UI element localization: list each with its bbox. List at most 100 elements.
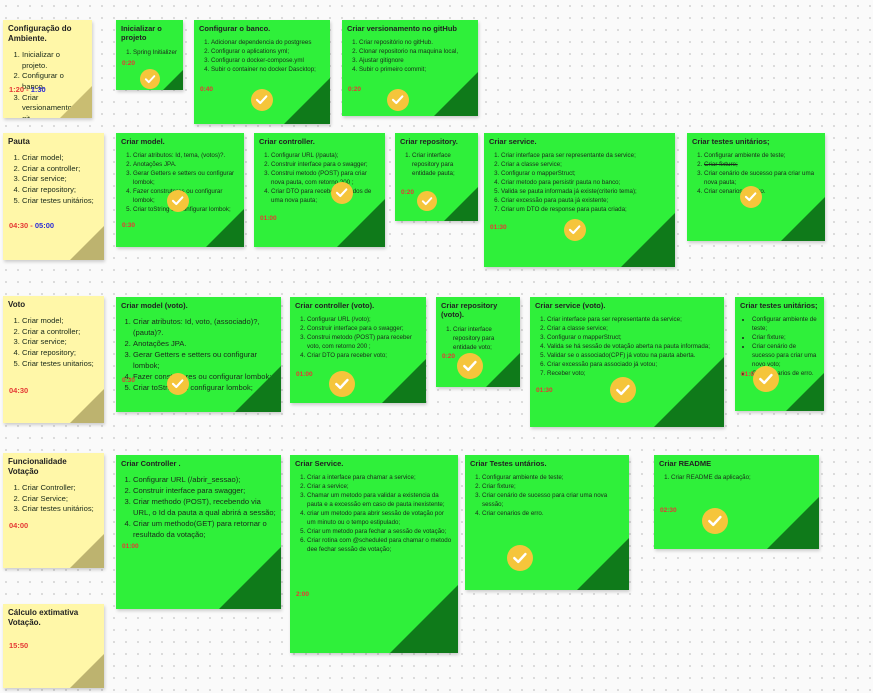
list-item: Criar rotina com @scheduled para chamar … [307,537,453,555]
list-item: Criar excessão para pauta já existente; [501,197,670,206]
note-fold-icon [767,497,819,549]
task-list: Criar interface repository para entidade… [441,326,515,353]
task-time: 0:20 [122,60,136,67]
check-icon[interactable] [457,353,483,379]
list-item: Construi metodo (POST) para criar nova p… [271,170,380,188]
section-list: Criar model; Criar a controller; Criar s… [8,153,99,206]
list-item: Criar a controller; [22,164,99,175]
note-fold-icon [486,353,520,387]
task-title: Criar controller. [259,137,315,146]
task-list: Criar interface repository para entidade… [400,152,473,179]
section-note-voto[interactable]: Voto Criar model; Criar a controller; Cr… [3,296,104,423]
list-item: Configurar o aplications yml; [211,48,325,57]
list-item: Criar cenário de sucesso para criar uma … [704,170,820,188]
note-fold-icon [70,226,104,260]
list-item: Configurar o mapperStruct; [547,334,719,343]
task-time: 01:30 [490,224,507,231]
list-item: Spring Initializer [133,49,178,58]
check-icon[interactable] [167,373,189,395]
section-list: Criar Controller; Criar Service; Criar t… [8,483,99,515]
list-item: Criar fixture; [704,161,820,170]
list-item: Construir interface para o swagger; [271,161,380,170]
list-item: Criar interface para ser representante d… [547,316,719,325]
check-icon[interactable] [507,545,533,571]
note-fold-icon [781,197,825,241]
list-item: Chamar um metodo para validar a existenc… [307,492,453,510]
note-fold-icon [577,538,629,590]
list-item: Configurar URL (/pauta); [271,152,380,161]
task-title: Criar model. [121,137,165,146]
task-list: Criar a interface para chamar a service;… [295,474,453,555]
check-icon[interactable] [740,186,762,208]
check-icon[interactable] [610,377,636,403]
list-item: Criar atributos: Id, voto, (associado)?,… [133,316,276,338]
task-title: Criar Service. [295,459,344,468]
task-list: Spring Initializer [121,49,178,58]
task-note[interactable]: Criar Controller . Configurar URL (/abrir… [116,455,281,609]
note-fold-icon [786,373,824,411]
task-time: 02:30 [660,507,677,514]
list-item: Criar service; [22,337,99,348]
list-item: Gerar Getters e setters ou configurar lo… [133,170,239,188]
check-icon[interactable] [331,182,353,204]
task-title: Criar testes unitários; [692,137,770,146]
note-fold-icon [206,209,244,247]
list-item: Criar methodo (POST), recebendo via URL,… [133,496,276,518]
list-item: Criar interface para ser representante d… [501,152,670,161]
task-time: 01:00 [260,215,277,222]
task-note[interactable]: Criar versionamento no gitHub Criar repos… [342,20,478,116]
task-note[interactable]: Criar controller (voto). Configurar URL (… [290,297,426,403]
list-item: Criar um methodo(GET) para retornar o re… [133,518,276,540]
note-fold-icon [70,654,104,688]
task-time: 2:00 [296,591,310,598]
section-note-calculo[interactable]: Cálculo extimativa Votação. 15:50 [3,604,104,688]
task-title: Inicializar o projeto [121,24,162,43]
list-item: Configurar ambiente de teste; [482,474,624,483]
list-item: Criar Controller; [22,483,99,494]
list-item: Construi metodo (POST) para receber voto… [307,334,421,352]
section-list: Criar model; Criar a controller; Criar s… [8,316,99,369]
section-note-pauta[interactable]: Pauta Criar model; Criar a controller; C… [3,133,104,260]
list-item: Criar repositório no gitHub. [359,39,473,48]
section-time: 15:50 [9,641,29,650]
check-icon[interactable] [140,69,160,89]
task-note[interactable]: Criar service (voto). Criar interface par… [530,297,724,427]
note-fold-icon [390,585,458,653]
note-fold-icon [434,72,478,116]
task-title: Criar versionamento no gitHub [347,24,458,33]
check-icon[interactable] [753,366,779,392]
note-fold-icon [621,213,675,267]
list-item: Valida se pauta informada já existe(crit… [501,188,670,197]
task-note[interactable]: Criar Service. Criar a interface para cha… [290,455,458,653]
task-title: Criar testes unitários; [740,301,818,310]
section-note-funcionalidade[interactable]: Funcionalidade Votação Criar Controller;… [3,453,104,568]
task-note[interactable]: Criar controller. Configurar URL (/pauta)… [254,133,385,247]
check-icon[interactable] [167,190,189,212]
check-icon[interactable] [387,89,409,111]
task-list: Configurar ambiente de teste;Criar fixtu… [740,316,819,379]
note-fold-icon [654,357,724,427]
check-icon[interactable] [564,219,586,241]
list-item: Criar um metodo para fechar a sessão de … [307,528,453,537]
list-item: Configurar o docker-compose.yml [211,57,325,66]
check-icon[interactable] [251,89,273,111]
list-item: Subir o container no docker Dascktop; [211,66,325,75]
note-fold-icon [70,534,104,568]
section-note-config[interactable]: Configuração do Ambiente. Inicializar o … [3,20,92,118]
task-note[interactable]: Criar repository. Criar interface reposit… [395,133,478,221]
list-item: Criar model; [22,153,99,164]
check-icon[interactable] [417,191,437,211]
task-time: 0:20 [442,353,456,360]
list-item: Criar testes unitários; [22,196,99,207]
task-list: Criar repositório no gitHub.Clonar repos… [347,39,473,75]
list-item: Construir interface para o swagger; [307,325,421,334]
task-note[interactable]: Criar service. Criar interface para ser r… [484,133,675,267]
task-note[interactable]: Criar Testes untários. Configurar ambient… [465,455,629,590]
task-note[interactable]: Criar testes unitários; Configurar ambien… [735,297,824,411]
task-note[interactable]: Criar model (voto). Criar atributos: Id, … [116,297,281,412]
note-fold-icon [235,366,281,412]
check-icon[interactable] [702,508,728,534]
task-note[interactable]: Criar README Criar README da aplicação; 02… [654,455,819,549]
check-icon[interactable] [329,371,355,397]
list-item: Construir interface para swagger; [133,485,276,496]
